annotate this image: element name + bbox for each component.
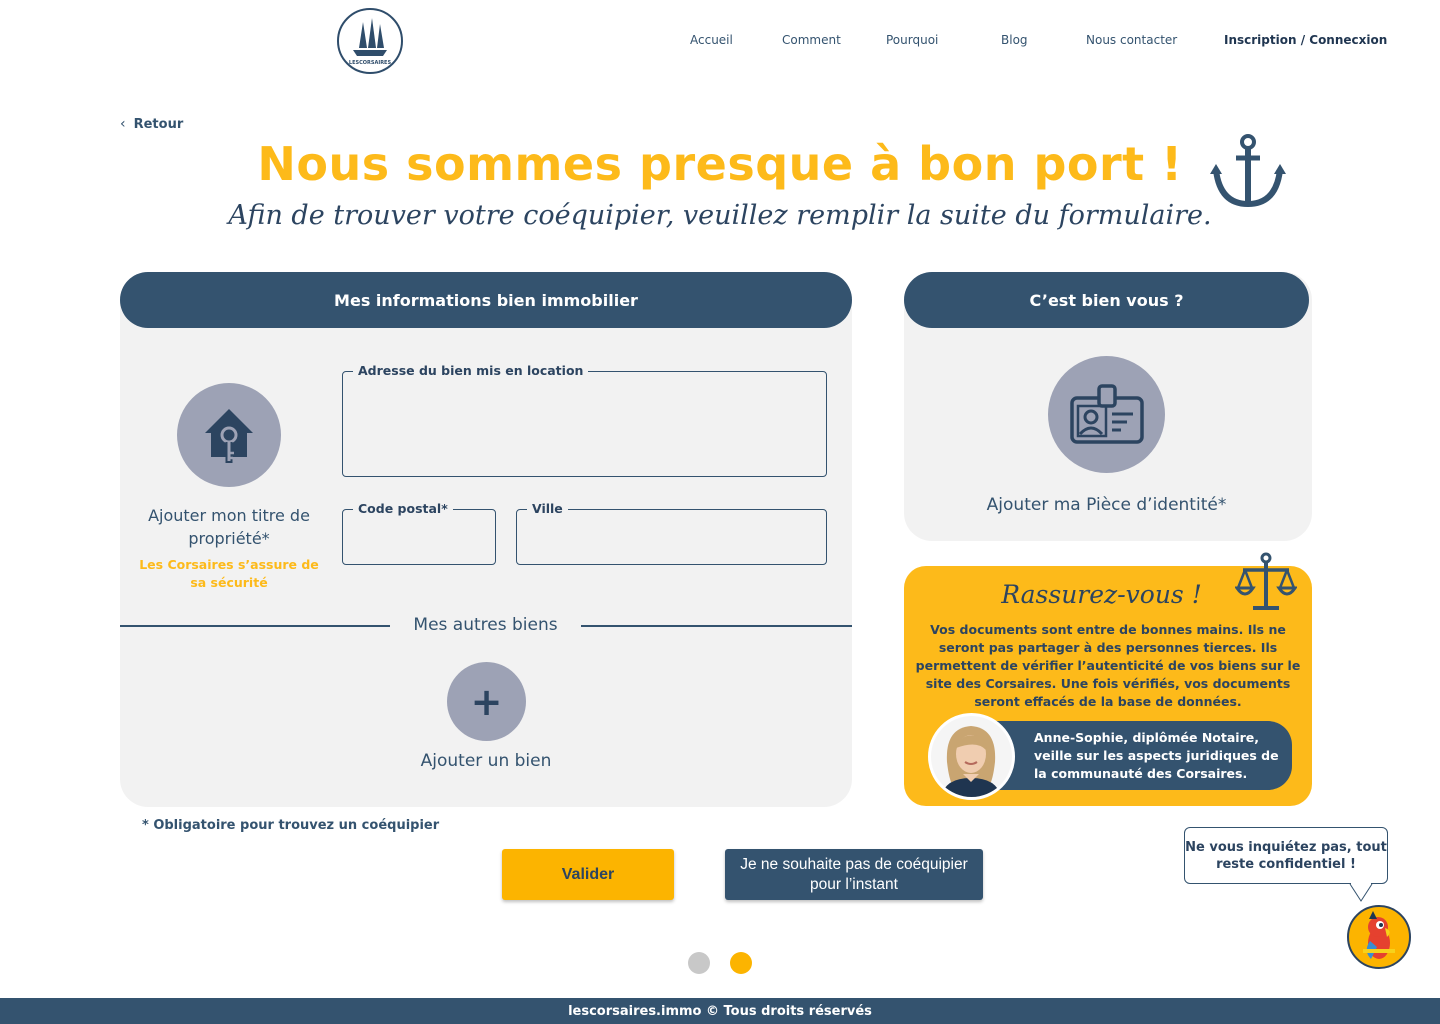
logo[interactable]: LESCORSAIRES [337,8,403,74]
id-card-icon [1069,383,1144,444]
scale-icon [1235,552,1297,610]
city-label: Ville [527,501,568,516]
notary-photo [931,716,1012,797]
title-deed-label[interactable]: Ajouter mon titre de propriété* [134,504,324,550]
divider [581,625,852,627]
pagination-dot-2[interactable] [730,952,752,974]
logo-text: LESCORSAIRES [349,60,392,66]
notary-text: Anne-Sophie, diplômée Notaire, veille su… [1034,730,1279,781]
nav-signup-login[interactable]: Inscription / Connecxion [1224,33,1387,47]
back-link[interactable]: ‹ Retour [120,116,183,132]
back-label: Retour [133,116,184,132]
chevron-left-icon: ‹ [120,116,126,132]
upload-id-button[interactable] [1048,356,1165,473]
nav-contact[interactable]: Nous contacter [1086,33,1177,47]
security-note: Les Corsaires s’assure de sa sécurité [139,557,319,590]
id-label[interactable]: Ajouter ma Pièce d’identité* [904,495,1309,515]
anchor-icon [1210,134,1286,208]
notary-pill: Anne-Sophie, diplômée Notaire, veille su… [974,721,1292,790]
postal-code-field[interactable]: Code postal* [342,501,496,565]
nav-comment[interactable]: Comment [782,33,841,47]
page-title: Nous sommes presque à bon port ! [257,137,1183,191]
parrot-mascot-icon[interactable] [1347,905,1411,969]
plus-icon: + [470,679,503,724]
pagination-dot-1[interactable] [688,952,710,974]
divider [120,625,390,627]
nav-accueil[interactable]: Accueil [690,33,733,47]
validate-button[interactable]: Valider [502,849,674,900]
identity-card: C’est bien vous ? Ajouter ma Pièce d’ide… [904,272,1312,541]
property-card-header: Mes informations bien immobilier [120,272,852,328]
house-key-icon [205,409,253,463]
nav-blog[interactable]: Blog [1001,33,1028,47]
address-field[interactable]: Adresse du bien mis en location [342,363,827,477]
property-card: Mes informations bien immobilier Ajouter… [120,272,852,807]
address-label: Adresse du bien mis en location [353,363,589,378]
postal-code-label: Code postal* [353,501,453,516]
ship-logo-icon: LESCORSAIRES [349,18,392,66]
footer: lescorsaires.immo © Tous droits réservés [0,998,1440,1024]
identity-card-header: C’est bien vous ? [904,272,1309,328]
other-properties-heading: Mes autres biens [413,615,558,635]
add-property-button[interactable]: + [447,662,526,741]
nav-pourquoi[interactable]: Pourquoi [886,33,938,47]
city-field[interactable]: Ville [516,501,827,565]
page-subtitle: Afin de trouver votre coéquipier, veuill… [228,200,1212,231]
add-property-label[interactable]: Ajouter un bien [350,751,622,771]
mandatory-note: * Obligatoire pour trouvez un coéquipier [142,818,440,833]
avatar [928,713,1015,800]
bubble-tail [1349,883,1373,902]
reassure-card: Rassurez-vous ! Vos documents sont entre… [904,552,1312,806]
upload-title-deed-button[interactable] [177,383,281,487]
reassurance-bubble: Ne vous inquiétez pas, tout reste confid… [1184,827,1388,884]
reassure-text: Vos documents sont entre de bonnes mains… [915,622,1301,709]
skip-teammate-button[interactable]: Je ne souhaite pas de coéquipier pour l’… [725,849,983,900]
